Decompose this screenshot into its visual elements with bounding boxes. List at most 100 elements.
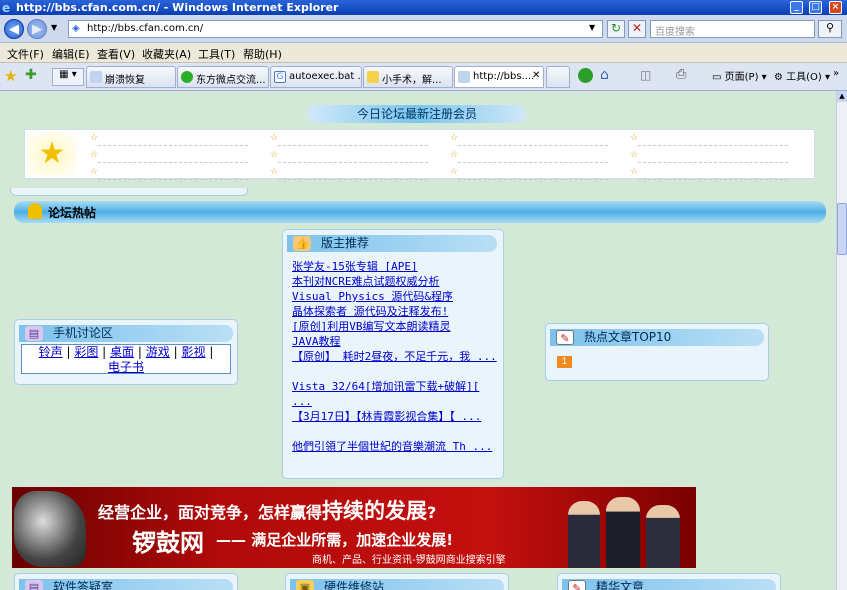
window-title: http://bbs.cfan.com.cn/ - Windows Intern… bbox=[16, 1, 339, 14]
member-slot-star-icon: ☆ bbox=[450, 133, 459, 143]
pick-link[interactable]: [原创]利用VB编写文本朗读精灵 bbox=[292, 319, 497, 334]
banner-slogan: —— 满足企业所需，加速企业发展! bbox=[216, 531, 454, 549]
minimize-button[interactable]: _ bbox=[790, 1, 803, 14]
banner-ad[interactable]: 经营企业，面对竞争，怎样赢得持续的发展? 锣鼓网 —— 满足企业所需，加速企业发… bbox=[12, 487, 696, 568]
ie-logo-icon: e bbox=[2, 1, 11, 15]
chevron-right-icon[interactable]: » bbox=[833, 68, 839, 79]
menu-tools[interactable]: 工具(T) bbox=[198, 46, 235, 62]
moderator-picks-box: 👍 版主推荐 张学友-15张专辑 [APE] 本刊对NCRE难点试题权威分析 V… bbox=[282, 229, 504, 479]
user-icon bbox=[28, 203, 42, 219]
page-icon bbox=[90, 71, 102, 83]
new-members-title: 今日论坛最新注册会员 bbox=[308, 105, 526, 123]
phone-forum-links: 铃声 | 彩图 | 桌面 | 游戏 | 影视 | 电子书 bbox=[21, 344, 231, 374]
search-input[interactable]: 百度搜索 bbox=[650, 20, 815, 38]
window-title-bar: e http://bbs.cfan.com.cn/ - Windows Inte… bbox=[0, 0, 847, 15]
moderator-picks-list: 张学友-15张专辑 [APE] 本刊对NCRE难点试题权威分析 Visual P… bbox=[292, 259, 497, 469]
pick-link[interactable]: Vista 32/64[增加讯雷下载+破解][ ... bbox=[292, 379, 497, 409]
pick-link[interactable]: Visual Physics 源代码&程序 bbox=[292, 289, 497, 304]
print-icon[interactable]: ⎙ bbox=[676, 67, 686, 82]
business-team-photo bbox=[560, 491, 690, 568]
close-tab-icon[interactable]: ✕ bbox=[532, 70, 540, 81]
refresh-button[interactable]: ↻ bbox=[607, 20, 625, 38]
software-qa-header: ▤ 软件答疑室 bbox=[19, 579, 233, 590]
pick-link[interactable]: JAVA教程 bbox=[292, 334, 497, 349]
member-slot-divider bbox=[278, 162, 428, 163]
address-url: http://bbs.cfan.com.cn/ bbox=[87, 23, 204, 34]
moderator-picks-header: 👍 版主推荐 bbox=[287, 235, 497, 252]
member-slot-star-icon: ☆ bbox=[270, 133, 279, 143]
phone-link-video[interactable]: 影视 bbox=[181, 345, 205, 359]
maximize-button[interactable]: □ bbox=[809, 1, 822, 14]
phone-link-pictures[interactable]: 彩图 bbox=[74, 345, 98, 359]
menu-edit[interactable]: 编辑(E) bbox=[52, 46, 90, 62]
add-favorite-icon[interactable]: ✚ bbox=[25, 67, 37, 83]
tools-menu[interactable]: ⚙ 工具(O) ▾ bbox=[774, 68, 830, 83]
notepad-icon: ✎ bbox=[568, 580, 586, 590]
banner-footer: 商机、产品、行业资讯-锣鼓网商业搜索引擎 bbox=[312, 555, 506, 566]
quick-tabs-button[interactable]: ▦ ▾ bbox=[52, 68, 84, 86]
software-qa-box: ▤ 软件答疑室 bbox=[14, 573, 238, 590]
pick-link[interactable]: 张学友-15张专辑 [APE] bbox=[292, 259, 497, 274]
featured-articles-box: ✎ 精华文章 bbox=[557, 573, 781, 590]
tab-crash-recovery[interactable]: 崩溃恢复 bbox=[86, 66, 176, 88]
scrollbar-thumb[interactable] bbox=[837, 203, 847, 255]
feeds-icon[interactable]: ◫ bbox=[640, 68, 651, 82]
menu-view[interactable]: 查看(V) bbox=[97, 46, 135, 62]
member-slot-star-icon: ☆ bbox=[270, 167, 279, 177]
search-icon[interactable]: ⚲ bbox=[818, 20, 842, 38]
scroll-up-icon[interactable]: ▲ bbox=[837, 91, 847, 102]
member-slot-divider bbox=[458, 179, 608, 180]
phone-link-ebooks[interactable]: 电子书 bbox=[108, 360, 144, 374]
member-slot-divider bbox=[98, 145, 248, 146]
forward-button[interactable]: ▶ bbox=[27, 19, 47, 39]
address-dropdown-icon[interactable]: ▼ bbox=[589, 23, 595, 32]
pick-link[interactable]: 【原创】 耗时2昼夜，不足千元，我 ... bbox=[292, 349, 497, 379]
thumbs-up-icon: 👍 bbox=[293, 236, 311, 251]
phone-link-desktop[interactable]: 桌面 bbox=[110, 345, 134, 359]
stop-button[interactable]: ✕ bbox=[628, 20, 646, 38]
banner-headline: 经营企业，面对竞争，怎样赢得持续的发展? bbox=[98, 499, 437, 523]
member-slot-divider bbox=[638, 145, 788, 146]
menu-favorites[interactable]: 收藏夹(A) bbox=[142, 46, 191, 62]
new-tab-button[interactable] bbox=[546, 66, 570, 88]
back-button[interactable]: ◀ bbox=[4, 19, 24, 39]
phone-link-games[interactable]: 游戏 bbox=[146, 345, 170, 359]
rank-badge: 1 bbox=[557, 356, 572, 368]
member-slot-divider bbox=[638, 162, 788, 163]
favorites-star-icon[interactable]: ★ bbox=[4, 67, 17, 85]
hardware-repair-box: ▣ 硬件维修站 bbox=[285, 573, 509, 590]
member-slot-star-icon: ☆ bbox=[450, 150, 459, 160]
member-slot-divider bbox=[98, 179, 248, 180]
pick-link[interactable]: 本刊对NCRE难点试题权威分析 bbox=[292, 274, 497, 289]
phone-forum-header: ▤ 手机讨论区 bbox=[19, 325, 233, 342]
close-button[interactable]: × bbox=[829, 1, 842, 14]
tab-autoexec[interactable]: Gautoexec.bat ... bbox=[270, 66, 362, 88]
member-slot-star-icon: ☆ bbox=[450, 167, 459, 177]
star-page-icon bbox=[367, 71, 379, 83]
address-input[interactable]: ◈ http://bbs.cfan.com.cn/ ▼ bbox=[68, 20, 603, 38]
pick-link[interactable]: 【3月17日】【林青霞影视合集】【 ... bbox=[292, 409, 497, 439]
menu-file[interactable]: 文件(F) bbox=[7, 46, 44, 62]
phone-link-ringtones[interactable]: 铃声 bbox=[39, 345, 63, 359]
tab-dongfang[interactable]: 东方微点交流... bbox=[177, 66, 269, 88]
top10-box: ✎ 热点文章TOP10 1 bbox=[545, 323, 769, 381]
tab-bbs-active[interactable]: http://bbs.... ✕ bbox=[454, 66, 544, 88]
pick-link[interactable]: 晶体探索者 源代码及注释发布! bbox=[292, 304, 497, 319]
recent-pages-dropdown[interactable]: ▼ bbox=[51, 23, 57, 32]
new-members-panel: ★ bbox=[24, 129, 815, 179]
panel-bottom-edge bbox=[10, 188, 248, 196]
hot-posts-title: 论坛热帖 bbox=[48, 206, 97, 220]
menu-help[interactable]: 帮助(H) bbox=[243, 46, 282, 62]
member-slot-star-icon: ☆ bbox=[630, 133, 639, 143]
go-icon[interactable] bbox=[578, 68, 593, 83]
page-menu[interactable]: ▭ 页面(P) ▾ bbox=[712, 68, 767, 83]
green-circle-icon bbox=[181, 71, 193, 83]
top10-header: ✎ 热点文章TOP10 bbox=[550, 329, 764, 346]
pick-link[interactable]: 他們引領了半個世紀的音樂潮流 Th ... bbox=[292, 439, 497, 469]
vertical-scrollbar[interactable]: ▲ bbox=[836, 91, 847, 590]
home-icon[interactable]: ⌂ bbox=[600, 67, 609, 83]
member-slot-divider bbox=[278, 179, 428, 180]
tab-small-surgery[interactable]: 小手术，解... bbox=[363, 66, 453, 88]
member-slot-divider bbox=[458, 145, 608, 146]
featured-articles-header: ✎ 精华文章 bbox=[562, 579, 776, 590]
